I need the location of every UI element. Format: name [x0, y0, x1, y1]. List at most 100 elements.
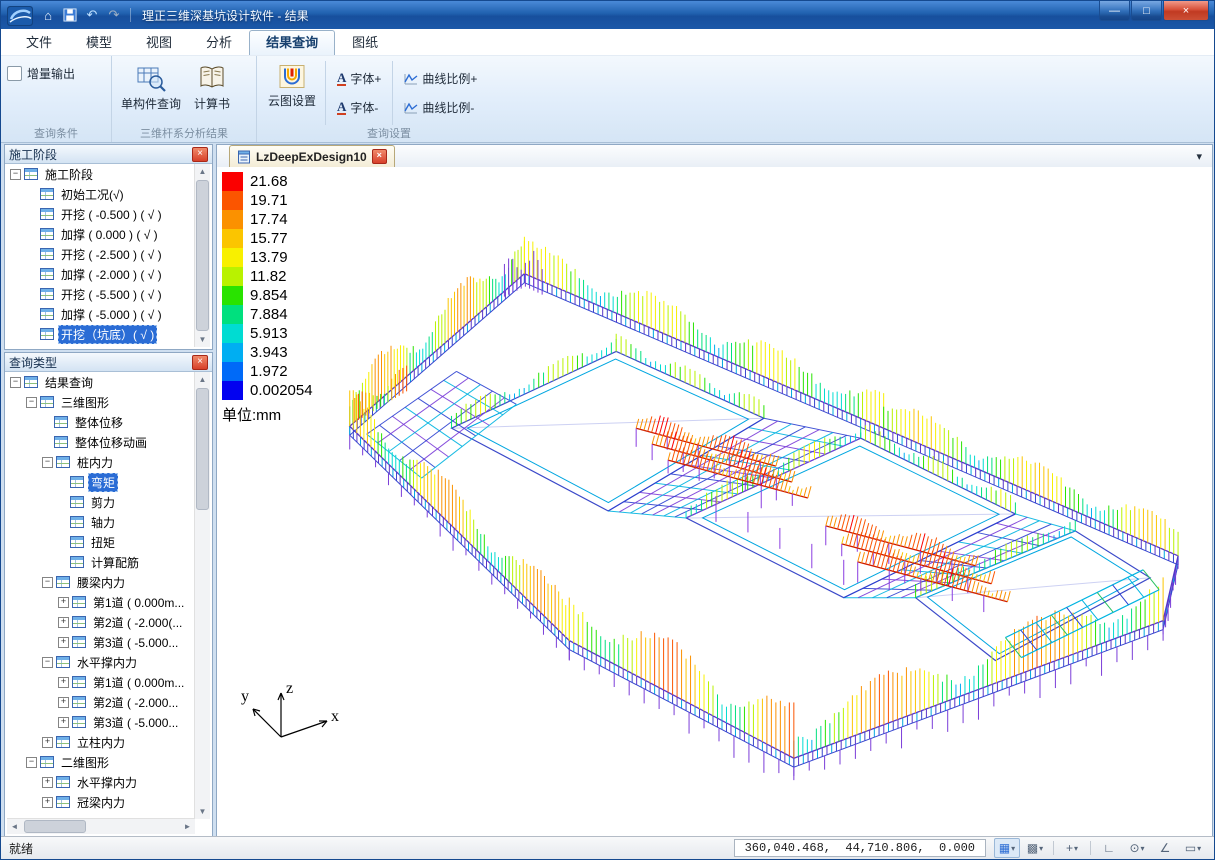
- expand-icon[interactable]: +: [42, 777, 53, 788]
- expand-icon[interactable]: +: [42, 797, 53, 808]
- tree-item[interactable]: +第1道 ( 0.000m...: [7, 592, 195, 612]
- tree-item-selected[interactable]: 弯矩: [7, 472, 195, 492]
- expand-icon[interactable]: +: [58, 617, 69, 628]
- tree-item[interactable]: 加撑 ( 0.000 ) ( √ ): [7, 224, 195, 244]
- grid-snap-button[interactable]: ▦▾: [994, 838, 1020, 858]
- legend-value: 1.972: [250, 363, 288, 380]
- maximize-button[interactable]: □: [1131, 1, 1162, 21]
- vertical-scrollbar[interactable]: ▲ ▼: [194, 372, 210, 819]
- tree-item[interactable]: −水平撑内力: [7, 652, 195, 672]
- close-icon[interactable]: ×: [372, 149, 387, 164]
- tree-item[interactable]: −三维图形: [7, 392, 195, 412]
- tree-item[interactable]: 加撑 ( -5.000 ) ( √ ): [7, 304, 195, 324]
- undo-button[interactable]: ↶: [82, 6, 102, 24]
- font-minus-button[interactable]: A 字体-: [330, 96, 388, 119]
- expand-icon[interactable]: +: [58, 597, 69, 608]
- document-tab[interactable]: LzDeepExDesign10 ×: [229, 145, 395, 167]
- redo-button[interactable]: ↷: [104, 6, 124, 24]
- scroll-thumb[interactable]: [196, 388, 209, 510]
- collapse-icon[interactable]: −: [42, 457, 53, 468]
- expand-icon[interactable]: +: [58, 677, 69, 688]
- tree-item[interactable]: −二维图形: [7, 752, 195, 772]
- tree-item[interactable]: +立柱内力: [7, 732, 195, 752]
- tree-item[interactable]: 开挖 ( -2.500 ) ( √ ): [7, 244, 195, 264]
- tree-item[interactable]: 整体位移动画: [7, 432, 195, 452]
- collapse-icon[interactable]: −: [10, 377, 21, 388]
- coordinate-mode-button[interactable]: +▾: [1059, 838, 1085, 858]
- tree-item[interactable]: +第2道 ( -2.000...: [7, 692, 195, 712]
- tab-model[interactable]: 模型: [69, 30, 129, 55]
- tree-item[interactable]: 扭矩: [7, 532, 195, 552]
- tab-list-chevron-icon[interactable]: ▾: [1192, 150, 1206, 163]
- minimize-button[interactable]: —: [1099, 1, 1130, 21]
- tree-item[interactable]: −施工阶段: [7, 164, 195, 184]
- save-button[interactable]: [60, 6, 80, 24]
- expand-icon[interactable]: +: [58, 717, 69, 728]
- incremental-output-checkbox[interactable]: [7, 66, 22, 81]
- collapse-icon[interactable]: −: [42, 577, 53, 588]
- scroll-down-icon[interactable]: ▼: [195, 332, 210, 347]
- tree-item[interactable]: −桩内力: [7, 452, 195, 472]
- tab-drawings[interactable]: 图纸: [335, 30, 395, 55]
- tree-item[interactable]: 开挖 ( -0.500 ) ( √ ): [7, 204, 195, 224]
- collapse-icon[interactable]: −: [26, 397, 37, 408]
- tree-item[interactable]: +冠梁内力: [7, 792, 195, 812]
- grid-display-button[interactable]: ▩▾: [1022, 838, 1048, 858]
- single-member-query-button[interactable]: 单构件查询: [118, 59, 184, 131]
- tab-result-query[interactable]: 结果查询: [249, 30, 335, 55]
- tree-item-selected[interactable]: 开挖（坑底）( √ ): [7, 324, 195, 344]
- home-icon[interactable]: ⌂: [38, 6, 58, 24]
- ribbon-group-label: 查询条件: [1, 125, 111, 141]
- scroll-right-icon[interactable]: ►: [180, 819, 195, 834]
- panel-header[interactable]: 查询类型 ×: [5, 353, 212, 372]
- expand-icon[interactable]: +: [58, 697, 69, 708]
- tree-item[interactable]: 计算配筋: [7, 552, 195, 572]
- tree-item[interactable]: 轴力: [7, 512, 195, 532]
- tree-item[interactable]: 整体位移: [7, 412, 195, 432]
- tree-item[interactable]: +水平撑内力: [7, 772, 195, 792]
- collapse-icon[interactable]: −: [42, 657, 53, 668]
- scroll-thumb[interactable]: [196, 180, 209, 331]
- curve-scale-minus-button[interactable]: 曲线比例-: [397, 96, 484, 119]
- tree-item[interactable]: 加撑 ( -2.000 ) ( √ ): [7, 264, 195, 284]
- expand-icon[interactable]: +: [42, 737, 53, 748]
- close-button[interactable]: ×: [1163, 1, 1209, 21]
- scroll-thumb[interactable]: [24, 820, 86, 833]
- tree-item[interactable]: +第2道 ( -2.000(...: [7, 612, 195, 632]
- horizontal-scrollbar[interactable]: ◄ ►: [7, 818, 195, 834]
- collapse-icon[interactable]: −: [26, 757, 37, 768]
- cloud-settings-button[interactable]: 云图设置: [263, 59, 321, 131]
- tab-file[interactable]: 文件: [9, 30, 69, 55]
- tree-item[interactable]: 剪力: [7, 492, 195, 512]
- vertical-scrollbar[interactable]: ▲ ▼: [194, 164, 210, 347]
- tree-item[interactable]: 开挖 ( -5.500 ) ( √ ): [7, 284, 195, 304]
- curve-scale-plus-button[interactable]: 曲线比例+: [397, 67, 484, 90]
- scroll-up-icon[interactable]: ▲: [195, 372, 210, 387]
- scroll-down-icon[interactable]: ▼: [195, 804, 210, 819]
- expand-icon[interactable]: +: [58, 637, 69, 648]
- table-icon: [56, 796, 70, 808]
- tab-analysis[interactable]: 分析: [189, 30, 249, 55]
- font-plus-button[interactable]: A 字体+: [330, 67, 388, 90]
- ortho-button[interactable]: ∟: [1096, 838, 1122, 858]
- close-icon[interactable]: ×: [192, 147, 208, 162]
- tree-item[interactable]: −结果查询: [7, 372, 195, 392]
- selection-box-button[interactable]: ▭▾: [1180, 838, 1206, 858]
- angle-snap-button[interactable]: ∠: [1152, 838, 1178, 858]
- tree-item[interactable]: 初始工况(√): [7, 184, 195, 204]
- titlebar[interactable]: ⌂ ↶ ↷ 理正三维深基坑设计软件 - 结果 — □ ×: [1, 1, 1214, 29]
- tree-item[interactable]: +第1道 ( 0.000m...: [7, 672, 195, 692]
- tree-item[interactable]: +第3道 ( -5.000...: [7, 712, 195, 732]
- tree-item[interactable]: +第3道 ( -5.000...: [7, 632, 195, 652]
- tree-item[interactable]: −腰梁内力: [7, 572, 195, 592]
- scroll-up-icon[interactable]: ▲: [195, 164, 210, 179]
- model-viewport[interactable]: [217, 167, 1212, 836]
- close-icon[interactable]: ×: [192, 355, 208, 370]
- osnap-button[interactable]: ⊙▾: [1124, 838, 1150, 858]
- incremental-output-option[interactable]: 增量输出: [7, 65, 75, 82]
- scroll-left-icon[interactable]: ◄: [7, 819, 22, 834]
- collapse-icon[interactable]: −: [10, 169, 21, 180]
- calc-book-button[interactable]: 计算书: [184, 59, 240, 131]
- panel-header[interactable]: 施工阶段 ×: [5, 145, 212, 164]
- tab-view[interactable]: 视图: [129, 30, 189, 55]
